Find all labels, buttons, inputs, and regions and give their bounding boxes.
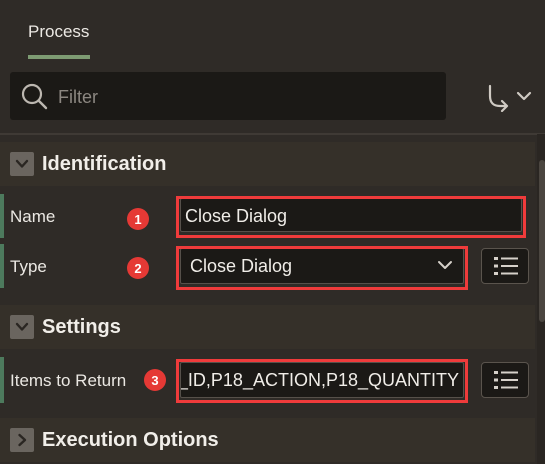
row-marker xyxy=(0,244,4,288)
filter-input[interactable] xyxy=(58,84,428,110)
section-title: Identification xyxy=(42,153,167,175)
go-to-group-icon[interactable] xyxy=(484,82,536,112)
collapse-toggle[interactable] xyxy=(10,152,34,176)
section-title: Settings xyxy=(42,316,121,338)
section-identification[interactable]: Identification xyxy=(0,142,535,186)
list-values-button[interactable] xyxy=(481,248,529,284)
list-icon xyxy=(494,371,518,389)
toolbar-divider xyxy=(0,133,545,135)
label-name: Name xyxy=(10,207,56,226)
row-marker xyxy=(0,194,4,238)
section-execution-options[interactable]: Execution Options xyxy=(0,418,535,462)
section-title: Execution Options xyxy=(42,429,219,451)
highlight-box xyxy=(176,359,468,403)
chevron-down-icon xyxy=(15,159,29,168)
callout-badge: 1 xyxy=(127,208,149,230)
highlight-box xyxy=(176,196,526,238)
collapse-toggle[interactable] xyxy=(10,315,34,339)
expand-toggle[interactable] xyxy=(10,428,34,452)
list-values-button[interactable] xyxy=(481,362,529,398)
list-icon xyxy=(494,257,518,275)
highlight-box xyxy=(176,246,468,290)
callout-badge: 2 xyxy=(127,257,149,279)
scrollbar-thumb[interactable] xyxy=(539,160,545,322)
property-editor: Process Identification Name 1 Close Dial… xyxy=(0,0,545,464)
tab-bar: Process xyxy=(0,0,545,60)
chevron-down-icon xyxy=(15,322,29,331)
tab-process[interactable]: Process xyxy=(28,22,89,42)
label-items-to-return: Items to Return xyxy=(10,371,127,390)
search-icon xyxy=(21,83,48,110)
chevron-right-icon xyxy=(18,433,27,447)
active-tab-indicator xyxy=(28,55,90,59)
callout-badge: 3 xyxy=(144,369,166,391)
row-marker xyxy=(0,357,4,403)
section-settings[interactable]: Settings xyxy=(0,305,535,349)
label-type: Type xyxy=(10,257,47,276)
